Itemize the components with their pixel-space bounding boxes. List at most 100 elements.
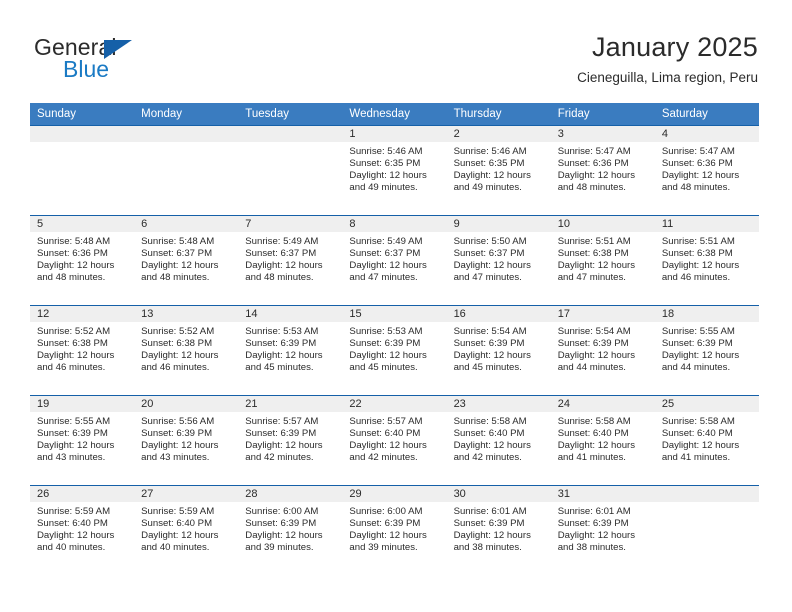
daylight-text: Daylight: 12 hours and 47 minutes. (453, 260, 531, 284)
sunrise-text: Sunrise: 5:48 AM (141, 236, 215, 247)
day-details: Sunrise: 5:53 AM Sunset: 6:39 PM Daylight:… (238, 322, 342, 374)
day-details: Sunrise: 5:57 AM Sunset: 6:39 PM Daylight:… (238, 412, 342, 464)
calendar-day-cell[interactable]: 23 Sunrise: 5:58 AM Sunset: 6:40 PM Dayligh… (446, 395, 551, 486)
sunset-text: Sunset: 6:39 PM (453, 518, 525, 530)
daylight-text: Daylight: 12 hours and 45 minutes. (453, 350, 531, 374)
calendar-day-cell[interactable]: 6 Sunrise: 5:48 AM Sunset: 6:37 PM Daylight… (134, 215, 239, 306)
calendar-day-cell[interactable]: 10 Sunrise: 5:51 AM Sunset: 6:38 PM Dayligh… (550, 215, 655, 306)
daylight-text: Daylight: 12 hours and 49 minutes. (453, 170, 531, 194)
day-number: 14 (238, 306, 343, 322)
calendar-day-cell[interactable]: 17 Sunrise: 5:54 AM Sunset: 6:39 PM Dayligh… (550, 305, 655, 396)
sunset-text: Sunset: 6:40 PM (557, 428, 629, 440)
sunset-text: Sunset: 6:39 PM (141, 428, 213, 440)
sunrise-text: Sunrise: 6:00 AM (245, 506, 319, 517)
day-number (238, 126, 343, 142)
calendar-day-cell[interactable]: 20 Sunrise: 5:56 AM Sunset: 6:39 PM Dayligh… (134, 395, 239, 486)
daylight-text: Daylight: 12 hours and 41 minutes. (557, 440, 636, 464)
day-number: 20 (134, 396, 239, 412)
calendar-day-cell[interactable]: 11 Sunrise: 5:51 AM Sunset: 6:38 PM Dayligh… (654, 215, 759, 306)
calendar-day-cell[interactable]: 13 Sunrise: 5:52 AM Sunset: 6:38 PM Dayligh… (134, 305, 239, 396)
sunset-text: Sunset: 6:40 PM (349, 428, 421, 440)
sunrise-text: Sunrise: 5:46 AM (453, 146, 527, 157)
calendar-day-cell[interactable]: 16 Sunrise: 5:54 AM Sunset: 6:39 PM Dayligh… (446, 305, 551, 396)
sunset-text: Sunset: 6:37 PM (349, 248, 421, 260)
calendar-day-cell[interactable]: 30 Sunrise: 6:01 AM Sunset: 6:39 PM Dayligh… (446, 485, 551, 576)
column-header-monday: Monday (134, 103, 239, 126)
sunrise-text: Sunrise: 5:58 AM (453, 416, 527, 427)
daylight-text: Daylight: 12 hours and 39 minutes. (245, 530, 323, 554)
calendar-day-cell[interactable]: 9 Sunrise: 5:50 AM Sunset: 6:37 PM Daylight… (446, 215, 551, 306)
day-details: Sunrise: 5:55 AM Sunset: 6:39 PM Daylight:… (655, 322, 759, 374)
day-details: Sunrise: 5:52 AM Sunset: 6:38 PM Daylight:… (134, 322, 238, 374)
daylight-text: Daylight: 12 hours and 38 minutes. (453, 530, 531, 554)
day-details: Sunrise: 5:58 AM Sunset: 6:40 PM Daylight:… (655, 412, 759, 464)
day-number: 5 (30, 216, 135, 232)
column-header-sunday: Sunday (30, 103, 135, 126)
sunset-text: Sunset: 6:35 PM (349, 158, 421, 170)
calendar-day-cell[interactable]: 1 Sunrise: 5:46 AM Sunset: 6:35 PM Daylight… (342, 125, 447, 216)
sunrise-text: Sunrise: 5:49 AM (245, 236, 319, 247)
calendar-day-cell[interactable]: 14 Sunrise: 5:53 AM Sunset: 6:39 PM Dayligh… (238, 305, 343, 396)
day-number: 27 (134, 486, 239, 502)
calendar-day-cell[interactable]: 12 Sunrise: 5:52 AM Sunset: 6:38 PM Dayligh… (30, 305, 135, 396)
calendar-day-cell[interactable]: 8 Sunrise: 5:49 AM Sunset: 6:37 PM Daylight… (342, 215, 447, 306)
title-block: January 2025 Cieneguilla, Lima region, P… (577, 32, 758, 86)
calendar-day-cell[interactable]: 21 Sunrise: 5:57 AM Sunset: 6:39 PM Dayligh… (238, 395, 343, 486)
day-details: Sunrise: 6:00 AM Sunset: 6:39 PM Daylight:… (342, 502, 446, 554)
sunrise-text: Sunrise: 5:50 AM (453, 236, 527, 247)
sunset-text: Sunset: 6:38 PM (141, 338, 213, 350)
calendar-day-cell[interactable]: 26 Sunrise: 5:59 AM Sunset: 6:40 PM Dayligh… (30, 485, 135, 576)
day-number: 2 (446, 126, 551, 142)
daylight-text: Daylight: 12 hours and 48 minutes. (661, 170, 740, 194)
calendar-day-cell[interactable]: 29 Sunrise: 6:00 AM Sunset: 6:39 PM Dayligh… (342, 485, 447, 576)
sunrise-text: Sunrise: 5:54 AM (557, 326, 631, 337)
day-number: 13 (134, 306, 239, 322)
calendar-page: General Blue January 2025 Cieneguilla, L… (0, 0, 792, 612)
sunset-text: Sunset: 6:39 PM (245, 428, 317, 440)
page-subtitle: Cieneguilla, Lima region, Peru (577, 70, 758, 86)
day-number: 9 (446, 216, 551, 232)
day-details: Sunrise: 5:51 AM Sunset: 6:38 PM Daylight:… (551, 232, 655, 284)
calendar-day-cell-empty (30, 125, 135, 216)
day-number (30, 126, 135, 142)
sunrise-text: Sunrise: 5:51 AM (557, 236, 631, 247)
sunset-text: Sunset: 6:36 PM (661, 158, 733, 170)
calendar-day-cell[interactable]: 7 Sunrise: 5:49 AM Sunset: 6:37 PM Daylight… (238, 215, 343, 306)
daylight-text: Daylight: 12 hours and 42 minutes. (349, 440, 427, 464)
sunset-text: Sunset: 6:40 PM (37, 518, 108, 530)
calendar-day-cell[interactable]: 24 Sunrise: 5:58 AM Sunset: 6:40 PM Dayligh… (550, 395, 655, 486)
calendar-day-cell[interactable]: 28 Sunrise: 6:00 AM Sunset: 6:39 PM Dayligh… (238, 485, 343, 576)
sunrise-text: Sunrise: 5:59 AM (37, 506, 111, 517)
day-details: Sunrise: 5:54 AM Sunset: 6:39 PM Daylight:… (447, 322, 551, 374)
sunset-text: Sunset: 6:37 PM (453, 248, 525, 260)
sunrise-text: Sunrise: 5:52 AM (141, 326, 215, 337)
calendar-day-cell[interactable]: 22 Sunrise: 5:57 AM Sunset: 6:40 PM Dayligh… (342, 395, 447, 486)
calendar-day-cell[interactable]: 25 Sunrise: 5:58 AM Sunset: 6:40 PM Dayligh… (654, 395, 759, 486)
calendar-day-cell[interactable]: 31 Sunrise: 6:01 AM Sunset: 6:39 PM Dayligh… (550, 485, 655, 576)
calendar-day-cell[interactable]: 5 Sunrise: 5:48 AM Sunset: 6:36 PM Daylight… (30, 215, 135, 306)
calendar-day-cell[interactable]: 18 Sunrise: 5:55 AM Sunset: 6:39 PM Dayligh… (654, 305, 759, 396)
day-details: Sunrise: 6:00 AM Sunset: 6:39 PM Daylight:… (238, 502, 342, 554)
day-details: Sunrise: 5:46 AM Sunset: 6:35 PM Daylight:… (447, 142, 551, 194)
sunset-text: Sunset: 6:39 PM (349, 338, 421, 350)
day-number: 10 (550, 216, 655, 232)
daylight-text: Daylight: 12 hours and 41 minutes. (661, 440, 740, 464)
calendar-day-cell[interactable]: 3 Sunrise: 5:47 AM Sunset: 6:36 PM Daylight… (550, 125, 655, 216)
generalblue-logo[interactable]: General Blue (34, 36, 234, 86)
day-number: 15 (342, 306, 447, 322)
day-number: 7 (238, 216, 343, 232)
sunrise-text: Sunrise: 5:57 AM (245, 416, 319, 427)
calendar-body: 1 Sunrise: 5:46 AM Sunset: 6:35 PM Daylight… (30, 125, 759, 576)
day-number: 4 (654, 126, 759, 142)
calendar-day-cell[interactable]: 19 Sunrise: 5:55 AM Sunset: 6:39 PM Dayligh… (30, 395, 135, 486)
calendar-day-cell[interactable]: 15 Sunrise: 5:53 AM Sunset: 6:39 PM Dayligh… (342, 305, 447, 396)
calendar-header-row: Sunday Monday Tuesday Wednesday Thursday… (30, 103, 759, 126)
calendar-day-cell[interactable]: 2 Sunrise: 5:46 AM Sunset: 6:35 PM Daylight… (446, 125, 551, 216)
sunset-text: Sunset: 6:38 PM (557, 248, 629, 260)
calendar-week-row: 12 Sunrise: 5:52 AM Sunset: 6:38 PM Dayligh… (30, 305, 759, 396)
daylight-text: Daylight: 12 hours and 46 minutes. (141, 350, 219, 374)
sunset-text: Sunset: 6:39 PM (349, 518, 421, 530)
sunset-text: Sunset: 6:36 PM (557, 158, 629, 170)
calendar-day-cell[interactable]: 4 Sunrise: 5:47 AM Sunset: 6:36 PM Daylight… (654, 125, 759, 216)
calendar-day-cell[interactable]: 27 Sunrise: 5:59 AM Sunset: 6:40 PM Dayligh… (134, 485, 239, 576)
